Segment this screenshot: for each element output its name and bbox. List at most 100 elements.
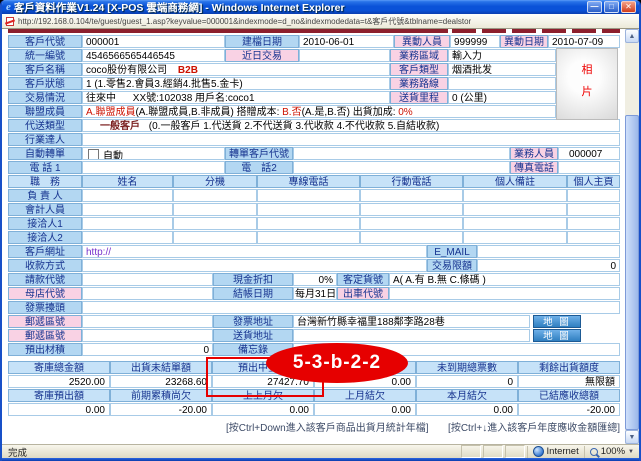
trade-condition-label: 交易情況: [8, 91, 82, 104]
alliance-input[interactable]: A.聯盟成員(A.聯盟成員,B.非成員) 搭贈成本: B.否(A.是,B.否) …: [82, 105, 556, 118]
phone2-label: 電 話2: [225, 161, 293, 174]
billing-code-input[interactable]: [82, 273, 213, 286]
custom-item-no-input[interactable]: A( A.有 B.無 C.條碼 ): [389, 273, 620, 286]
contact-input[interactable]: [82, 189, 173, 202]
contact-input[interactable]: [567, 231, 620, 244]
biz-route-input[interactable]: [448, 77, 556, 90]
url-text[interactable]: http://192.168.0.104/te/guest/guest_1.as…: [18, 16, 471, 27]
zip1-label: 郵遞區號: [8, 315, 82, 328]
contact-row-owner: 負 責 人: [8, 189, 620, 202]
minimize-button[interactable]: —: [587, 1, 602, 13]
zoom-control[interactable]: 100% ▼: [584, 446, 639, 458]
website-input[interactable]: http://: [82, 245, 427, 258]
invoice-title-label: 發票擡頭: [8, 301, 82, 314]
fax-input[interactable]: [558, 161, 620, 174]
email-input[interactable]: [477, 245, 620, 258]
scroll-up-button[interactable]: ▲: [625, 29, 639, 43]
maximize-button[interactable]: □: [604, 1, 619, 13]
map-button-invoice[interactable]: 地 圖: [533, 315, 581, 328]
invoice-addr-input[interactable]: 台灣新竹縣幸福里188鄰李路28巷: [293, 315, 530, 328]
scroll-down-button[interactable]: ▼: [625, 430, 639, 444]
customer-name-input[interactable]: coco股份有限公司 B2B: [82, 63, 390, 76]
contact-input[interactable]: [360, 217, 463, 230]
contact-input[interactable]: [567, 217, 620, 230]
unified-no-input[interactable]: 4546566565446545: [82, 49, 225, 62]
contact-input[interactable]: [173, 231, 257, 244]
window-title: 客戶資料作業V1.24 [X-POS 雲端商務網] - Windows Inte…: [14, 0, 587, 15]
invoice-title-input[interactable]: [82, 301, 620, 314]
cash-discount-input[interactable]: 0%: [293, 273, 337, 286]
region-input[interactable]: 輸入力: [448, 49, 556, 62]
transfer-code-input[interactable]: [293, 147, 510, 160]
parent-store-input[interactable]: [82, 287, 213, 300]
trade-limit-input[interactable]: 0: [477, 259, 620, 272]
contact-input[interactable]: [463, 231, 567, 244]
contact-input[interactable]: [82, 231, 173, 244]
mileage-input[interactable]: 0 (公里): [448, 91, 556, 104]
modify-date-input[interactable]: 2010-07-09: [548, 35, 620, 48]
industry-expert-input[interactable]: [82, 133, 620, 146]
contact-input[interactable]: [173, 217, 257, 230]
summary-value-row-2: 0.00 -20.00 0.00 0.00 0.00 -20.00: [8, 403, 620, 416]
photo-placeholder: 相 片: [556, 48, 618, 120]
contact-input[interactable]: [463, 189, 567, 202]
customer-type-input[interactable]: 烟酒批发: [448, 63, 556, 76]
row-customer-name: 客戶名稱 coco股份有限公司 B2B 客戶類型 烟酒批发: [8, 63, 620, 76]
closing-date-label: 結帳日期: [213, 287, 293, 300]
status-pane: [461, 445, 481, 458]
phone1-input[interactable]: [82, 161, 225, 174]
recent-trade-input[interactable]: [299, 49, 390, 62]
contact-input[interactable]: [82, 203, 173, 216]
contact-input[interactable]: [257, 217, 360, 230]
contact-input[interactable]: [82, 217, 173, 230]
recent-trade-button[interactable]: 近日交易: [225, 49, 299, 62]
contact-input[interactable]: [463, 203, 567, 216]
ship-addr-input[interactable]: [293, 329, 530, 342]
zip1-input[interactable]: [82, 315, 213, 328]
phone2-input[interactable]: [293, 161, 510, 174]
delivery-type-input[interactable]: 一般客戶 (0.一般客戶 1.代送貨 2.不代送貨 3.代收款 4.不代收款 5…: [82, 119, 620, 132]
parent-store-label: 母店代號: [8, 287, 82, 300]
vertical-scrollbar[interactable]: ▲ ▼: [625, 29, 639, 444]
row-payment: 收款方式 交易限額 0: [8, 259, 620, 272]
customer-code-input[interactable]: 000001: [82, 35, 225, 48]
trade-condition-text: 往來中: [86, 93, 116, 104]
summary-header: 寄庫預出額: [8, 389, 110, 402]
status-text: 完成: [8, 445, 461, 459]
payment-input[interactable]: [82, 259, 427, 272]
closing-date-input[interactable]: 每月31日: [293, 287, 337, 300]
trade-condition-input[interactable]: 往來中 XX號:102038 用戶名:coco1: [82, 91, 390, 104]
contacts-header-ext: 分機: [173, 175, 257, 188]
contact-input[interactable]: [360, 231, 463, 244]
close-button[interactable]: ✕: [621, 1, 636, 13]
dispatch-code-input[interactable]: [389, 287, 620, 300]
customer-status-input[interactable]: 1 (1.零售2.會員3.經銷4.批售5.金卡): [82, 77, 390, 90]
annotation-oval: 5-3-b-2-2: [266, 343, 408, 383]
map-button-shipping[interactable]: 地 圖: [533, 329, 581, 342]
contact-input[interactable]: [463, 217, 567, 230]
auto-checkbox[interactable]: [88, 149, 99, 160]
volume-input[interactable]: 0: [82, 343, 213, 356]
scrollbar-thumb[interactable]: [625, 115, 639, 430]
contact-input[interactable]: [567, 189, 620, 202]
contact-input[interactable]: [567, 203, 620, 216]
modifier-input[interactable]: 999999: [450, 35, 500, 48]
contact-row-liaison1: 接洽人1: [8, 217, 620, 230]
b2b-badge: B2B: [178, 65, 198, 76]
create-date-input[interactable]: 2010-06-01: [299, 35, 394, 48]
zip2-input[interactable]: [82, 329, 213, 342]
sales-person-input[interactable]: 000007: [558, 147, 620, 160]
volume-label: 預出材積: [8, 343, 82, 356]
contact-input[interactable]: [360, 203, 463, 216]
contact-input[interactable]: [257, 203, 360, 216]
contact-input[interactable]: [173, 203, 257, 216]
contact-input[interactable]: [257, 231, 360, 244]
summary-header: 出貨未結單額: [110, 361, 212, 374]
annotation-label: 5-3-b-2-2: [293, 352, 381, 374]
contact-input[interactable]: [173, 189, 257, 202]
page-content: 客戶代號 000001 建檔日期 2010-06-01 異動人員 999999 …: [2, 29, 625, 444]
address-bar: http://192.168.0.104/te/guest/guest_1.as…: [2, 14, 639, 29]
zoom-caret-icon[interactable]: ▼: [628, 449, 634, 455]
contact-input[interactable]: [257, 189, 360, 202]
contact-input[interactable]: [360, 189, 463, 202]
